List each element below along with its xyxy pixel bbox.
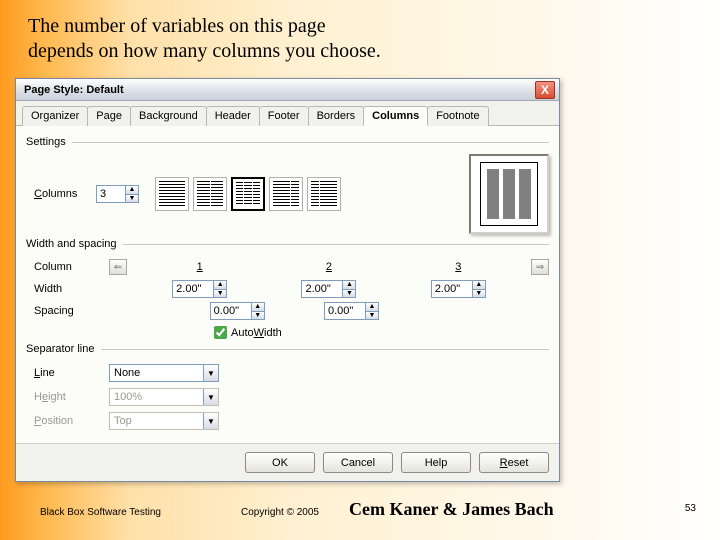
up-icon[interactable]: ▲ bbox=[365, 303, 378, 311]
width-spinner-3[interactable]: ▲▼ bbox=[431, 280, 486, 298]
slide-footer: Black Box Software Testing Copyright © 2… bbox=[40, 499, 690, 520]
columns-spinner[interactable]: ▲ ▼ bbox=[96, 185, 139, 203]
down-icon[interactable]: ▼ bbox=[472, 289, 485, 297]
position-label: Position bbox=[34, 415, 109, 427]
down-icon[interactable]: ▼ bbox=[342, 289, 355, 297]
close-button[interactable]: X bbox=[535, 81, 555, 99]
ok-button[interactable]: OK bbox=[245, 452, 315, 473]
spacing-spinner-1[interactable]: ▲▼ bbox=[210, 302, 265, 320]
width-spinner-2[interactable]: ▲▼ bbox=[301, 280, 356, 298]
footer-left: Black Box Software Testing bbox=[40, 507, 161, 518]
chevron-down-icon: ▼ bbox=[203, 413, 218, 429]
tab-columns[interactable]: Columns bbox=[363, 106, 428, 126]
autowidth-checkbox[interactable]: AutoWidth bbox=[214, 326, 549, 339]
position-value: Top bbox=[110, 413, 203, 429]
tab-header[interactable]: Header bbox=[206, 106, 260, 126]
tab-organizer[interactable]: Organizer bbox=[22, 106, 88, 126]
next-column-button[interactable]: ⇒ bbox=[531, 259, 549, 275]
chevron-down-icon: ▼ bbox=[203, 389, 218, 405]
spacing-input-1[interactable] bbox=[211, 303, 251, 319]
width-input-3[interactable] bbox=[432, 281, 472, 297]
col-header-1: 1 bbox=[135, 261, 264, 273]
columns-panel: Settings Columns ▲ ▼ bbox=[16, 126, 559, 443]
help-button[interactable]: Help bbox=[401, 452, 471, 473]
preset-3col[interactable] bbox=[231, 177, 265, 211]
width-spinner-1[interactable]: ▲▼ bbox=[172, 280, 227, 298]
slide-caption-line2: depends on how many columns you choose. bbox=[28, 39, 381, 64]
up-icon[interactable]: ▲ bbox=[251, 303, 264, 311]
close-icon: X bbox=[541, 83, 549, 97]
right-arrow-icon: ⇒ bbox=[536, 262, 544, 273]
prev-column-button[interactable]: ⇐ bbox=[109, 259, 127, 275]
column-row-label: Column bbox=[34, 261, 109, 273]
height-combo: 100%▼ bbox=[109, 388, 219, 406]
preset-2col-left[interactable] bbox=[269, 177, 303, 211]
footer-center: Copyright © 2005 bbox=[241, 507, 319, 518]
titlebar[interactable]: Page Style: Default X bbox=[16, 79, 559, 101]
tab-background[interactable]: Background bbox=[130, 106, 207, 126]
separator-grid: Line None▼ Height 100%▼ Position Top▼ bbox=[26, 361, 549, 433]
tab-footer[interactable]: Footer bbox=[259, 106, 309, 126]
col-header-2: 2 bbox=[264, 261, 393, 273]
left-arrow-icon: ⇐ bbox=[114, 262, 122, 273]
columns-up-icon[interactable]: ▲ bbox=[125, 186, 138, 194]
column-presets bbox=[155, 177, 341, 211]
footer-authors: Cem Kaner & James Bach bbox=[349, 499, 554, 520]
position-combo: Top▼ bbox=[109, 412, 219, 430]
dialog-title: Page Style: Default bbox=[24, 84, 535, 96]
autowidth-input[interactable] bbox=[214, 326, 227, 339]
height-value: 100% bbox=[110, 389, 203, 405]
up-icon[interactable]: ▲ bbox=[342, 281, 355, 289]
up-icon[interactable]: ▲ bbox=[213, 281, 226, 289]
down-icon[interactable]: ▼ bbox=[251, 311, 264, 319]
line-label: Line bbox=[34, 367, 109, 379]
columns-input[interactable] bbox=[97, 186, 125, 202]
preset-2col[interactable] bbox=[193, 177, 227, 211]
separator-group-label: Separator line bbox=[26, 343, 549, 355]
tab-footnote[interactable]: Footnote bbox=[427, 106, 488, 126]
line-value: None bbox=[110, 365, 203, 381]
spacing-row-label: Spacing bbox=[34, 305, 109, 317]
slide-caption-line1: The number of variables on this page bbox=[28, 14, 381, 39]
reset-button[interactable]: Reset bbox=[479, 452, 549, 473]
width-input-1[interactable] bbox=[173, 281, 213, 297]
columns-preview bbox=[469, 154, 549, 234]
dialog-button-bar: OK Cancel Help Reset bbox=[16, 443, 559, 481]
down-icon[interactable]: ▼ bbox=[213, 289, 226, 297]
page-number: 53 bbox=[685, 503, 696, 514]
width-spacing-grid: Column ⇐ 1 2 3 ⇒ Width ▲▼ ▲▼ ▲▼ bbox=[26, 256, 549, 339]
preview-cols-icon bbox=[480, 162, 538, 226]
spacing-input-2[interactable] bbox=[325, 303, 365, 319]
chevron-down-icon[interactable]: ▼ bbox=[203, 365, 218, 381]
columns-label: Columns bbox=[34, 188, 86, 200]
tab-strip: Organizer Page Background Header Footer … bbox=[16, 101, 559, 126]
settings-group-label: Settings bbox=[26, 136, 549, 148]
spacing-spinner-2[interactable]: ▲▼ bbox=[324, 302, 379, 320]
cancel-button[interactable]: Cancel bbox=[323, 452, 393, 473]
up-icon[interactable]: ▲ bbox=[472, 281, 485, 289]
preset-1col[interactable] bbox=[155, 177, 189, 211]
slide-caption: The number of variables on this page dep… bbox=[28, 14, 381, 64]
columns-down-icon[interactable]: ▼ bbox=[125, 194, 138, 202]
height-label: Height bbox=[34, 391, 109, 403]
width-row-label: Width bbox=[34, 283, 109, 295]
tab-page[interactable]: Page bbox=[87, 106, 131, 126]
line-combo[interactable]: None▼ bbox=[109, 364, 219, 382]
width-input-2[interactable] bbox=[302, 281, 342, 297]
settings-row: Columns ▲ ▼ bbox=[26, 154, 549, 234]
preset-2col-right[interactable] bbox=[307, 177, 341, 211]
autowidth-label: AutoWidth bbox=[231, 327, 282, 339]
width-spacing-group-label: Width and spacing bbox=[26, 238, 549, 250]
down-icon[interactable]: ▼ bbox=[365, 311, 378, 319]
tab-borders[interactable]: Borders bbox=[308, 106, 365, 126]
col-header-3: 3 bbox=[394, 261, 523, 273]
page-style-dialog: Page Style: Default X Organizer Page Bac… bbox=[15, 78, 560, 482]
